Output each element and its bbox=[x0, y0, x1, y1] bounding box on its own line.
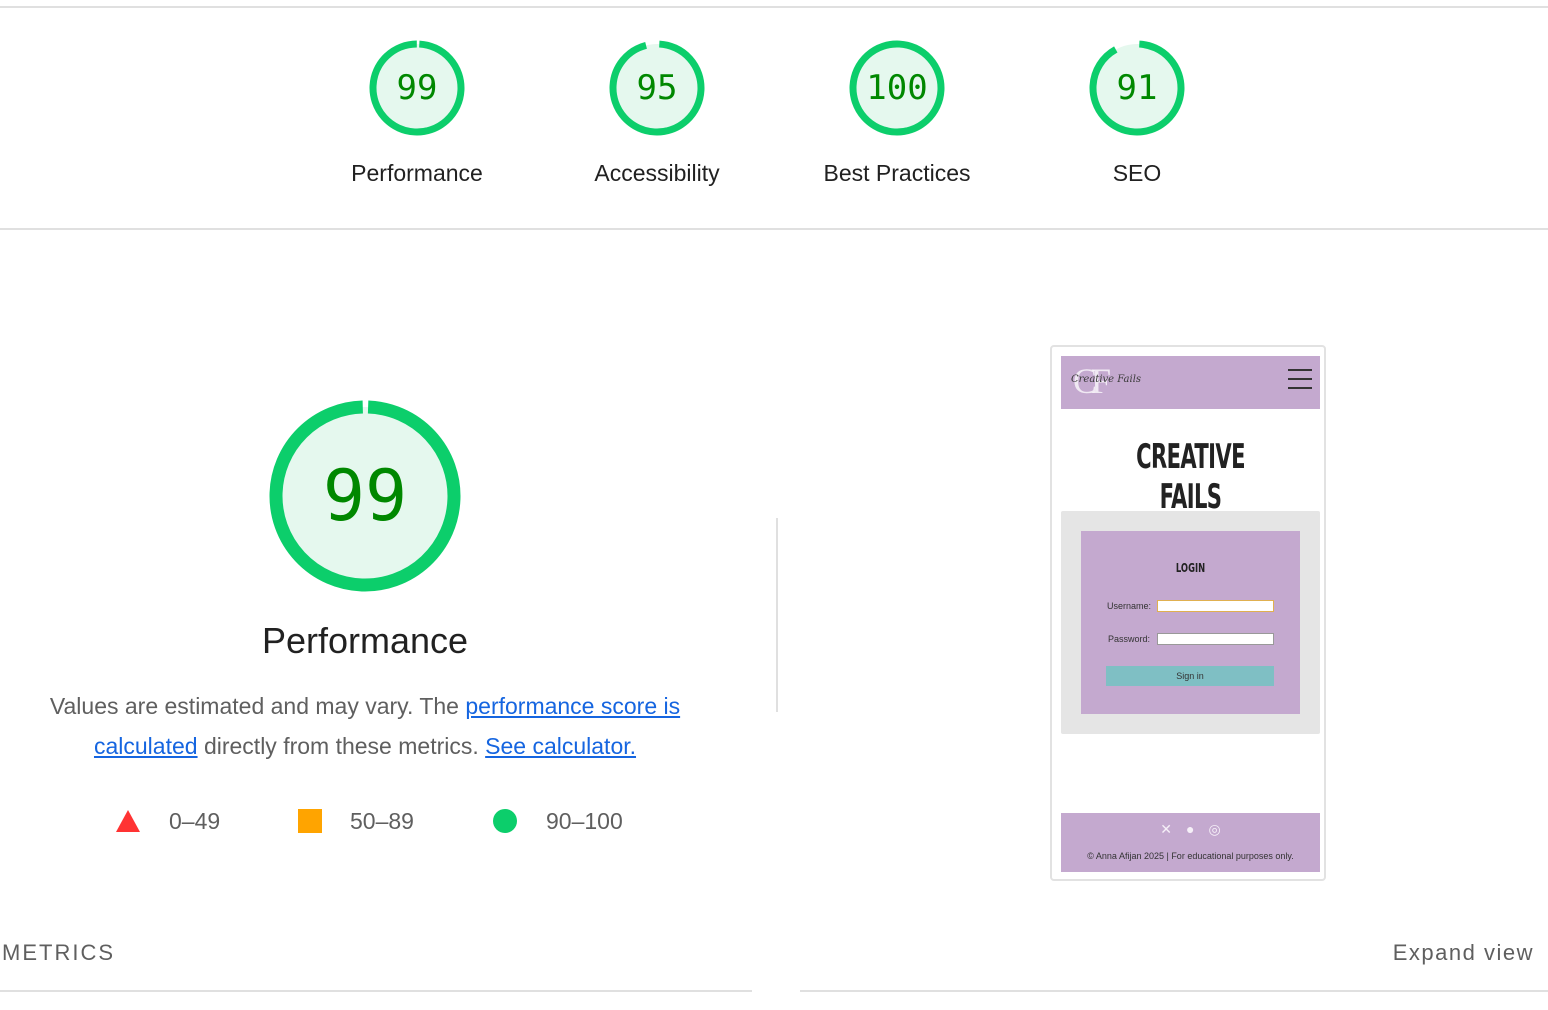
site-header: CF Creative Fails bbox=[1061, 356, 1320, 409]
legend-average-range: 50–89 bbox=[350, 807, 414, 834]
performance-description: Values are estimated and may vary. The p… bbox=[0, 686, 730, 766]
triangle-icon bbox=[116, 810, 140, 832]
main-score: 99 bbox=[322, 455, 408, 537]
password-field bbox=[1157, 633, 1274, 645]
final-screenshot[interactable]: CF Creative Fails CREATIVE FAILS LOGIN U… bbox=[1050, 345, 1326, 881]
sign-in-button: Sign in bbox=[1106, 666, 1274, 686]
site-logo-script: Creative Fails bbox=[1071, 374, 1142, 385]
gauge-label: Accessibility bbox=[594, 160, 720, 186]
gauge-label: Best Practices bbox=[823, 160, 971, 186]
circle-icon bbox=[493, 809, 517, 833]
legend-fail-range: 0–49 bbox=[169, 807, 221, 834]
gauge-label: SEO bbox=[1112, 160, 1162, 186]
metrics-divider-left bbox=[0, 990, 752, 992]
gauge-ring: 95 bbox=[607, 38, 707, 138]
vertical-divider bbox=[776, 518, 778, 712]
login-heading: LOGIN bbox=[1175, 561, 1206, 575]
square-icon bbox=[298, 809, 322, 833]
gauge-score: 100 bbox=[866, 68, 928, 108]
see-calculator-link[interactable]: See calculator. bbox=[485, 733, 636, 759]
gauge-ring: 91 bbox=[1087, 38, 1187, 138]
metrics-divider-right bbox=[800, 990, 1548, 992]
instagram-icon: ◎ bbox=[1208, 821, 1221, 837]
desc-text: directly from these metrics. bbox=[197, 733, 486, 759]
legend-pass-range: 90–100 bbox=[546, 807, 623, 834]
expand-view-toggle[interactable]: Expand view bbox=[1393, 940, 1534, 966]
gauge-best-practices[interactable]: 100 Best Practices bbox=[797, 38, 997, 187]
legend-average: 50–89 bbox=[298, 806, 414, 836]
username-field bbox=[1157, 600, 1274, 612]
github-icon: ● bbox=[1186, 821, 1195, 837]
score-legend: 0–49 50–89 90–100 bbox=[0, 806, 730, 836]
username-label: Username: bbox=[1107, 601, 1152, 611]
gauge-ring: 99 bbox=[367, 38, 467, 138]
x-icon: ✕ bbox=[1160, 821, 1173, 837]
gauge-label: Performance bbox=[351, 160, 483, 186]
site-title: CREATIVE FAILS bbox=[1136, 437, 1245, 517]
gauge-performance[interactable]: 99 Performance bbox=[317, 38, 517, 187]
password-label: Password: bbox=[1108, 634, 1151, 644]
hamburger-menu-icon bbox=[1288, 369, 1312, 395]
gauge-score: 99 bbox=[396, 68, 438, 108]
legend-pass: 90–100 bbox=[492, 806, 623, 836]
gauge-seo[interactable]: 91 SEO bbox=[1037, 38, 1237, 187]
performance-title: Performance bbox=[261, 620, 469, 661]
social-icons: ✕ ● ◎ bbox=[1061, 821, 1320, 838]
gauges-divider bbox=[0, 228, 1548, 230]
gauge-accessibility[interactable]: 95 Accessibility bbox=[557, 38, 757, 187]
desc-text: Values are estimated and may vary. The bbox=[49, 693, 466, 719]
gauge-score: 91 bbox=[1116, 68, 1158, 108]
metrics-heading: METRICS bbox=[2, 940, 115, 965]
performance-main-gauge: 99 bbox=[265, 396, 465, 596]
legend-fail: 0–49 bbox=[115, 806, 220, 836]
gauge-ring: 100 bbox=[847, 38, 947, 138]
login-form: LOGIN Username: Password: Sign in bbox=[1081, 531, 1300, 714]
gauge-score: 95 bbox=[636, 68, 678, 108]
top-divider bbox=[0, 6, 1548, 8]
site-footer: ✕ ● ◎ © Anna Afijan 2025 | For educational… bbox=[1061, 813, 1320, 872]
copyright-text: © Anna Afijan 2025 | For educational pur… bbox=[1087, 851, 1294, 861]
lighthouse-report: 99 Performance 95 Accessibility 100 Best… bbox=[0, 0, 1548, 1010]
